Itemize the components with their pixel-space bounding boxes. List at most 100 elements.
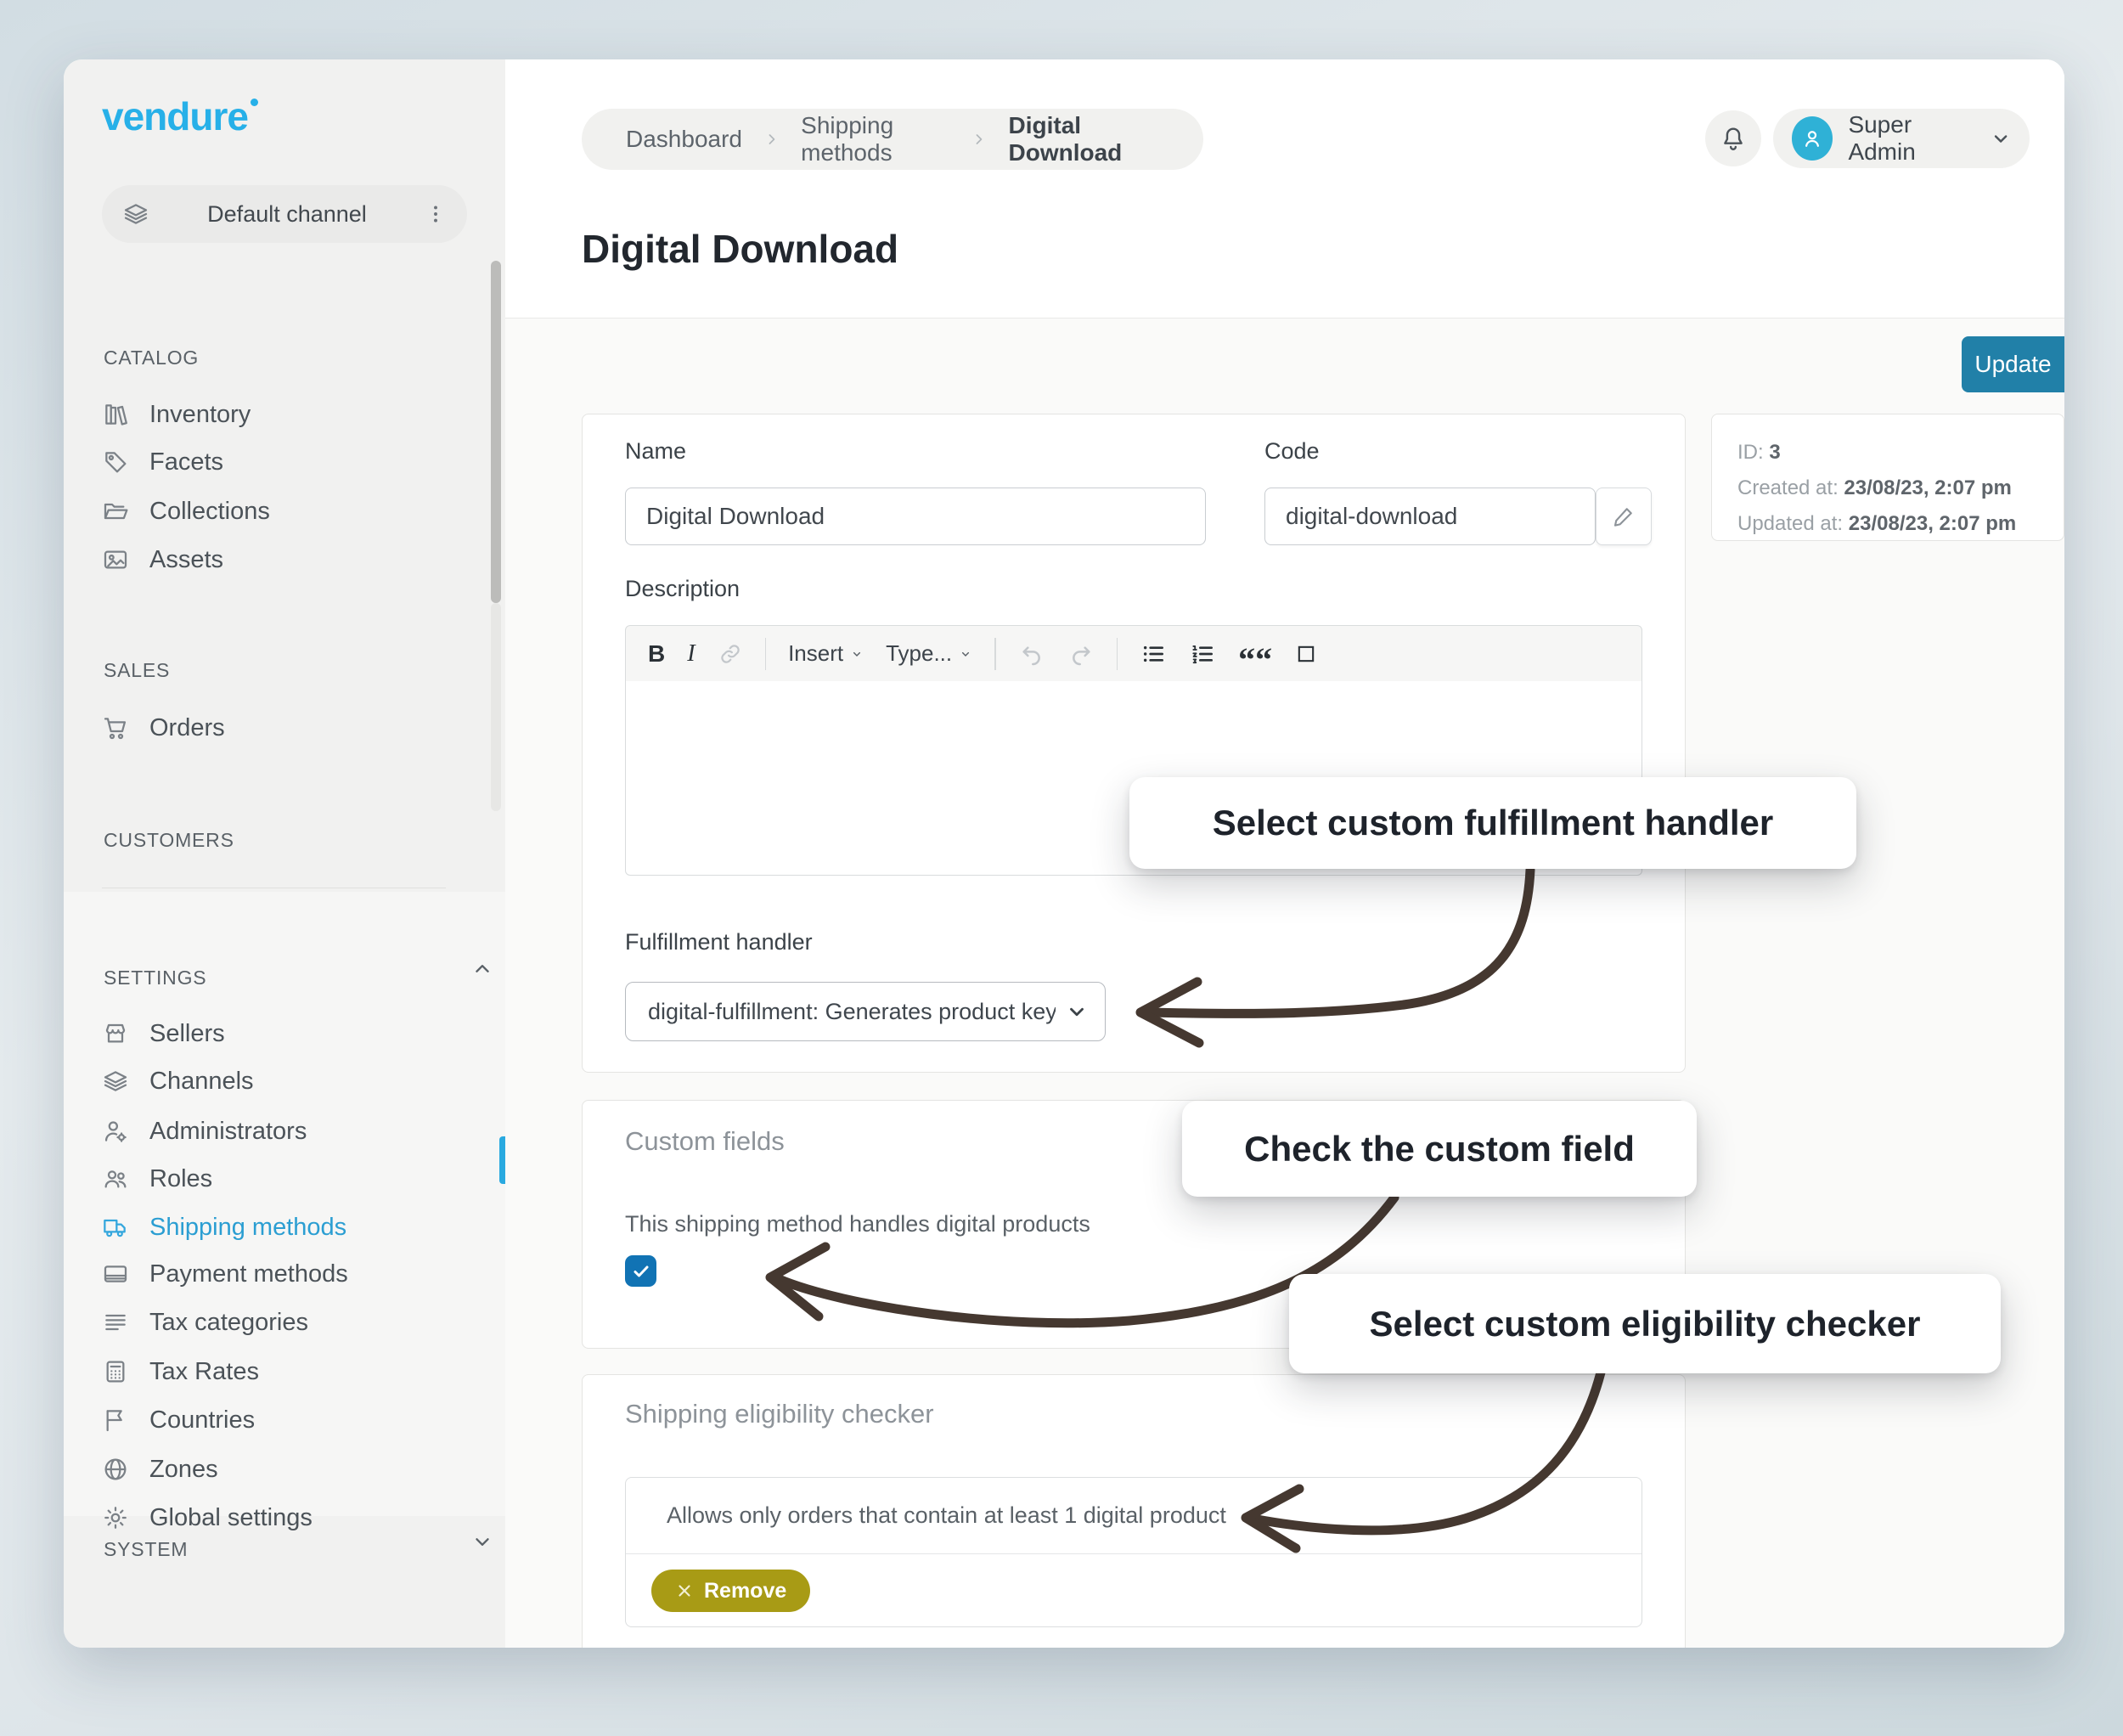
chevron-down-icon [1066,1000,1088,1023]
fulfillment-handler-select[interactable]: digital-fulfillment: Generates product k… [625,982,1106,1041]
page-title: Digital Download [582,226,898,272]
sidebar-item-roles[interactable]: Roles [102,1155,212,1203]
vendure-logo: vendure [102,93,258,139]
breadcrumb-shipping-methods[interactable]: Shipping methods [801,112,949,166]
sidebar-item-countries[interactable]: Countries [102,1396,255,1444]
bold-button[interactable]: B [648,640,665,668]
custom-field-checkbox[interactable] [625,1255,656,1287]
created-at-row: Created at: 23/08/23, 2:07 pm [1737,471,2038,506]
ordered-list-button[interactable] [1189,640,1216,668]
collapse-settings-button[interactable] [463,950,502,989]
section-sales: SALES [104,659,170,682]
blockquote-button[interactable]: ““ [1238,640,1272,668]
insert-menu[interactable]: Insert [788,640,864,667]
kebab-menu-icon[interactable] [425,203,447,225]
sidebar-item-channels[interactable]: Channels [102,1057,254,1105]
bullet-list-button[interactable] [1140,640,1167,668]
breadcrumb-dashboard[interactable]: Dashboard [626,126,742,153]
name-label: Name [625,438,686,465]
chevron-right-icon [764,130,779,149]
app-window: vendure Default channel CATALOG Inventor… [64,59,2064,1648]
sidebar-item-assets[interactable]: Assets [102,536,223,583]
image-icon [102,546,129,573]
sidebar-item-payment-methods[interactable]: Payment methods [102,1250,348,1298]
sidebar-item-facets[interactable]: Facets [102,438,223,486]
eligibility-card: Shipping eligibility checker Allows only… [582,1374,1686,1648]
sidebar-item-global-settings[interactable]: Global settings [102,1494,313,1542]
section-settings: SETTINGS [104,967,206,989]
update-button[interactable]: Update [1962,336,2064,392]
sidebar-scrollbar[interactable] [491,261,501,603]
sidebar-item-administrators[interactable]: Administrators [102,1108,307,1155]
eligibility-title: Shipping eligibility checker [625,1399,934,1429]
bell-icon [1719,124,1748,153]
channel-switcher[interactable]: Default channel [102,185,467,243]
breadcrumb: Dashboard Shipping methods Digital Downl… [582,109,1203,170]
logo-dot-icon [251,99,258,106]
credit-card-icon [102,1260,129,1288]
sidebar-item-orders[interactable]: Orders [102,704,225,752]
notifications-button[interactable] [1705,110,1761,166]
channel-label: Default channel [149,201,425,228]
layers-icon [102,1068,129,1095]
edit-code-button[interactable] [1596,488,1652,545]
code-label: Code [1264,438,1320,465]
section-system: SYSTEM [104,1538,188,1561]
list-icon [102,1309,129,1336]
tag-icon [102,448,129,476]
callout-custom-field: Check the custom field [1182,1101,1697,1197]
entity-info-panel: ID: 3 Created at: 23/08/23, 2:07 pm Upda… [1711,414,2064,541]
toolbar-separator [1117,638,1118,670]
active-item-indicator [499,1136,505,1184]
type-menu[interactable]: Type... [886,640,972,667]
sidebar-item-zones[interactable]: Zones [102,1446,218,1493]
undo-button[interactable] [1018,640,1045,668]
chevron-down-icon [850,647,864,661]
custom-field-label: This shipping method handles digital pro… [625,1211,1090,1237]
calculator-icon [102,1358,129,1385]
sidebar-item-inventory[interactable]: Inventory [102,391,251,438]
toolbar-separator [994,638,996,670]
sidebar-item-collections[interactable]: Collections [102,488,270,535]
chevron-right-icon [971,130,986,149]
folder-icon [102,498,129,525]
sidebar: vendure Default channel CATALOG Inventor… [64,59,505,1648]
link-button[interactable] [718,641,743,667]
entity-id-row: ID: 3 [1737,435,2038,471]
sidebar-item-tax-rates[interactable]: Tax Rates [102,1348,259,1395]
layers-icon [122,200,149,228]
toolbar-separator [765,638,767,670]
sidebar-item-shipping-methods[interactable]: Shipping methods [102,1203,346,1251]
users-icon [102,1165,129,1192]
sidebar-item-tax-categories[interactable]: Tax categories [102,1299,308,1346]
callout-fulfillment-handler: Select custom fulfillment handler [1129,777,1856,869]
redo-button[interactable] [1067,640,1095,668]
user-menu[interactable]: Super Admin [1773,109,2030,168]
sidebar-scrollbar-track [491,603,501,811]
detail-card: Name Code Description B I Insert [582,414,1686,1073]
remove-checker-button[interactable]: Remove [651,1570,810,1612]
name-input[interactable] [625,488,1206,545]
sidebar-item-sellers[interactable]: Sellers [102,1010,225,1057]
truck-icon [102,1214,129,1241]
avatar [1792,116,1833,161]
callout-eligibility-checker: Select custom eligibility checker [1289,1274,2001,1373]
redo-icon [1067,640,1095,668]
updated-at-row: Updated at: 23/08/23, 2:07 pm [1737,506,2038,542]
link-icon [718,641,743,667]
custom-fields-title: Custom fields [625,1126,785,1157]
undo-icon [1018,640,1045,668]
pencil-icon [1611,504,1636,529]
code-input[interactable] [1264,488,1596,545]
flag-icon [102,1406,129,1434]
check-icon [631,1261,651,1282]
main-area: Dashboard Shipping methods Digital Downl… [505,59,2064,1648]
chevron-down-icon [1991,127,2011,149]
expand-system-button[interactable] [463,1522,502,1561]
user-icon [1799,126,1825,151]
italic-button[interactable]: I [687,640,695,668]
code-block-button[interactable] [1294,642,1318,666]
cart-icon [102,714,129,741]
fulfillment-handler-label: Fulfillment handler [625,929,813,955]
chevron-down-icon [471,1530,493,1553]
